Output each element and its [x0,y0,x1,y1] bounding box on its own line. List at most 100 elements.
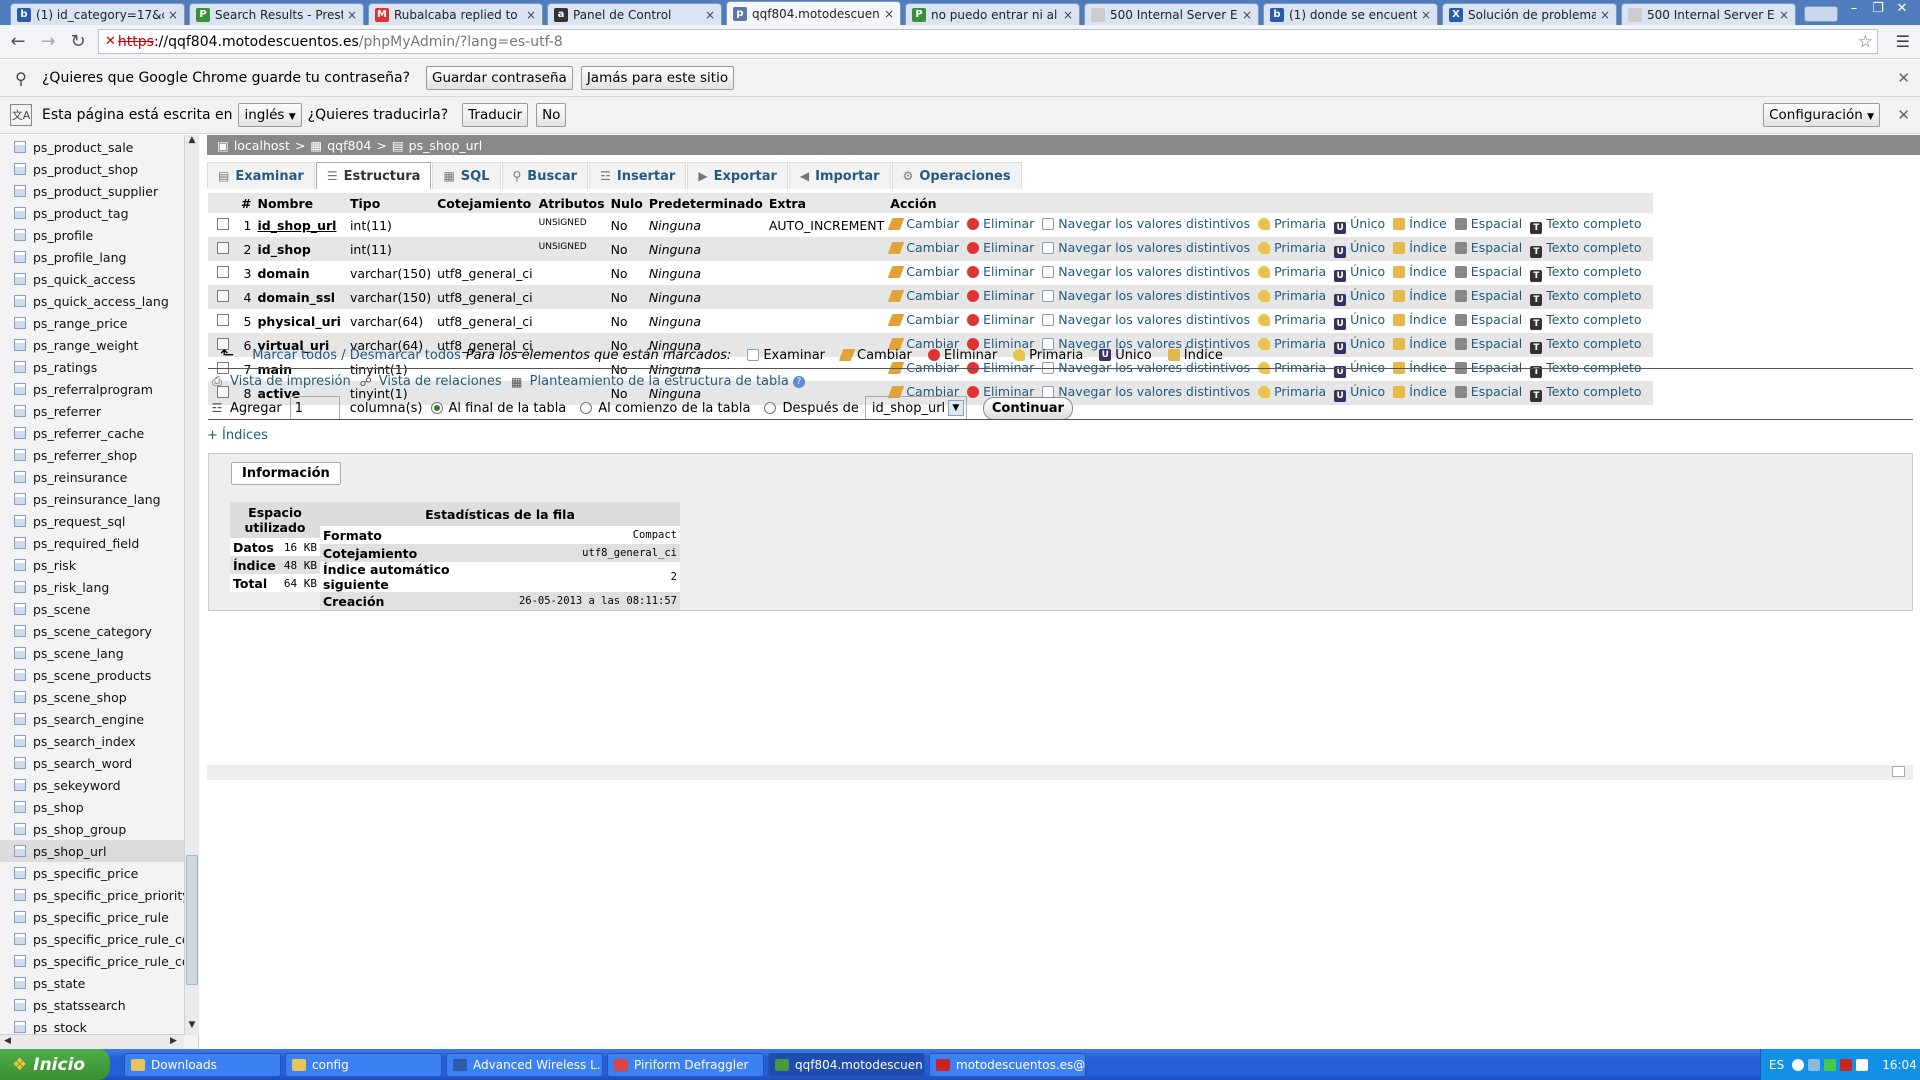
at-begin-radio[interactable] [580,402,593,414]
action-idx[interactable]: Índice [1393,312,1447,327]
close-tab-icon[interactable]: × [347,8,357,22]
action-prim[interactable]: Primaria [1258,240,1326,255]
action-ft[interactable]: T Texto completo [1530,312,1642,330]
close-tab-icon[interactable]: × [1242,8,1252,22]
action-prim[interactable]: Primaria [1258,264,1326,279]
bulk-del-button[interactable]: Eliminar [927,348,997,363]
tray-app-icon[interactable] [1840,1058,1853,1071]
config-menu-button[interactable]: Configuración ▼ [1763,103,1880,127]
wireless-icon[interactable] [1824,1058,1837,1071]
reload-icon[interactable]: ↻ [66,30,90,54]
sidebar-table-item[interactable]: ps_risk_lang [0,576,198,598]
action-spat[interactable]: Espacial [1454,264,1522,279]
language-indicator[interactable]: ES [1769,1058,1784,1072]
tab-operaciones[interactable]: ⚙ Operaciones [891,162,1022,189]
sidebar-table-item[interactable]: ps_sekeyword [0,774,198,796]
chrome-menu-icon[interactable]: ☰ [1896,32,1910,51]
sidebar-table-item[interactable]: ps_shop_group [0,818,198,840]
column-count-input[interactable]: 1 [289,396,340,420]
breadcrumb-table[interactable]: ps_shop_url [409,138,483,153]
action-browse[interactable]: Navegar los valores distintivos [1042,312,1250,327]
bulk-uniq-button[interactable]: U Único [1099,348,1152,363]
action-idx[interactable]: Índice [1393,288,1447,303]
sidebar-table-item[interactable]: ps_scene_products [0,664,198,686]
action-ft[interactable]: T Texto completo [1530,240,1642,258]
action-browse[interactable]: Navegar los valores distintivos [1042,264,1250,279]
action-ft[interactable]: T Texto completo [1530,264,1642,282]
sidebar-scrollbar[interactable]: ▲ ▼ [184,135,199,1035]
taskbar-item[interactable]: motodescuentos.es@... [929,1052,1086,1077]
action-prim[interactable]: Primaria [1258,312,1326,327]
action-spat[interactable]: Espacial [1454,288,1522,303]
tab-buscar[interactable]: ⚲ Buscar [501,162,589,189]
action-spat[interactable]: Espacial [1454,336,1522,351]
sidebar-table-item[interactable]: ps_product_tag [0,202,198,224]
sidebar-table-item[interactable]: ps_referrer [0,400,198,422]
action-idx[interactable]: Índice [1393,240,1447,255]
browser-tab[interactable]: Pno puedo entrar ni al bac × [905,3,1080,25]
action-del[interactable]: Eliminar [967,288,1034,303]
indices-toggle-link[interactable]: + Índices [207,428,268,443]
tab-importar[interactable]: ◀ Importar [788,162,891,189]
close-infobar-icon[interactable]: ✕ [1897,106,1910,124]
browser-tab[interactable]: b (1) donde se encuentra e × [1263,3,1438,25]
tab-insertar[interactable]: ☲ Insertar [589,162,687,189]
action-spat[interactable]: Espacial [1454,384,1522,399]
browser-tab[interactable]: M Rubalcaba replied to no p × [368,3,543,25]
action-edit[interactable]: Cambiar [888,216,959,231]
sidebar-table-item[interactable]: ps_product_shop [0,158,198,180]
scroll-down-icon[interactable]: ▼ [185,1020,199,1034]
propose-structure-link[interactable]: Planteamiento de la estructura de tabla [530,374,789,389]
action-del[interactable]: Eliminar [967,240,1034,255]
after-field-select[interactable]: id_shop_url ▼ [864,396,967,420]
action-uniq[interactable]: U Único [1334,264,1385,282]
translate-button[interactable]: Traducir [462,103,529,127]
close-tab-icon[interactable]: × [705,8,715,22]
action-ft[interactable]: T Texto completo [1530,384,1642,402]
sidebar-table-item[interactable]: ps_specific_price_rule_co [0,928,198,950]
action-prim[interactable]: Primaria [1258,216,1326,231]
action-del[interactable]: Eliminar [967,264,1034,279]
close-tab-icon[interactable]: × [1063,8,1073,22]
bulk-idx-button[interactable]: Índice [1167,348,1223,363]
action-edit[interactable]: Cambiar [888,288,959,303]
tab-examinar[interactable]: ▤ Examinar [207,162,315,189]
action-browse[interactable]: Navegar los valores distintivos [1042,288,1250,303]
tab-estructura[interactable]: ☰ Estructura [315,162,432,189]
sidebar-table-item[interactable]: ps_profile [0,224,198,246]
continue-button[interactable]: Continuar [982,396,1073,420]
action-edit[interactable]: Cambiar [888,264,959,279]
check-all-link[interactable]: Marcar todos [252,348,337,363]
row-checkbox[interactable] [217,313,229,326]
bulk-edit-button[interactable]: Cambiar [838,348,912,363]
tab-exportar[interactable]: ▶ Exportar [687,162,788,189]
action-browse[interactable]: Navegar los valores distintivos [1042,216,1250,231]
sidebar-table-item[interactable]: ps_shop [0,796,198,818]
uncheck-all-link[interactable]: Desmarcar todos [350,348,461,363]
bookmark-star-icon[interactable]: ☆ [1858,32,1873,52]
action-uniq[interactable]: U Único [1334,336,1385,354]
action-uniq[interactable]: U Único [1334,216,1385,234]
console-toggle-icon[interactable] [1892,766,1905,777]
action-del[interactable]: Eliminar [967,312,1034,327]
sidebar-table-item[interactable]: ps_product_sale [0,136,198,158]
breadcrumb-db[interactable]: qqf804 [327,138,371,153]
action-spat[interactable]: Espacial [1454,312,1522,327]
sidebar-table-item[interactable]: ps_search_word [0,752,198,774]
sidebar-table-item[interactable]: ps_specific_price_rule [0,906,198,928]
browser-tab[interactable]: P Search Results - PrestaSh × [189,3,364,25]
sidebar-table-item[interactable]: ps_scene [0,598,198,620]
action-uniq[interactable]: U Único [1334,384,1385,402]
start-button[interactable]: ❖ Inicio [0,1049,110,1080]
sidebar-table-item[interactable]: ps_range_price [0,312,198,334]
sidebar-table-item[interactable]: ps_search_index [0,730,198,752]
print-view-link[interactable]: Vista de impresión [230,374,351,389]
action-edit[interactable]: Cambiar [888,240,959,255]
action-prim[interactable]: Primaria [1258,336,1326,351]
sidebar-horizontal-scrollbar[interactable]: ◀ ▶ [0,1034,184,1049]
taskbar-item[interactable]: Downloads [124,1052,281,1077]
close-tab-icon[interactable]: × [1600,8,1610,22]
sidebar-table-item[interactable]: ps_quick_access_lang [0,290,198,312]
action-prim[interactable]: Primaria [1258,384,1326,399]
relation-view-link[interactable]: Vista de relaciones [379,374,502,389]
